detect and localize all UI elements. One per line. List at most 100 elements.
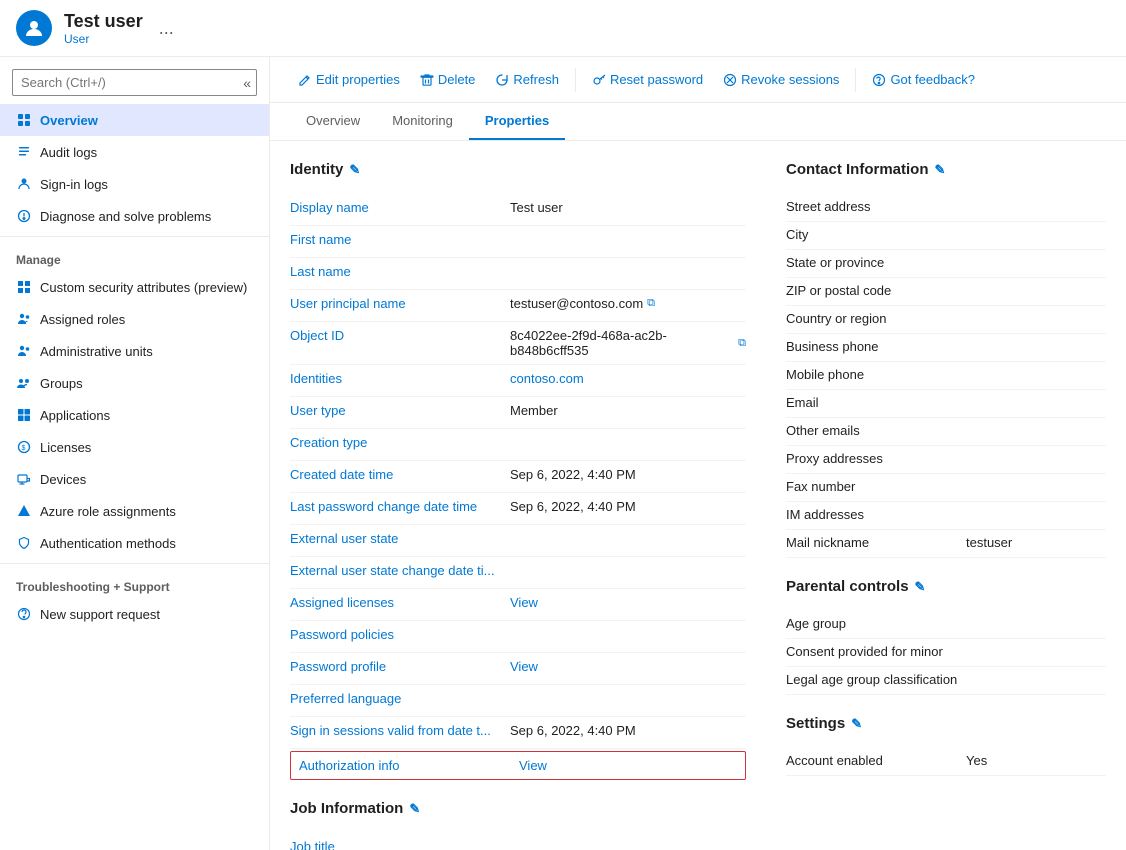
properties-content: Identity ✎ Display name Test user First … [270, 141, 1126, 850]
identity-title-text: Identity [290, 161, 343, 178]
prop-fax: Fax number [786, 474, 1106, 502]
authorization-info-view-link[interactable]: View [519, 758, 547, 773]
sidebar-label-support: New support request [40, 607, 160, 622]
avatar [16, 10, 52, 46]
prop-created-date: Created date time Sep 6, 2022, 4:40 PM [290, 461, 746, 493]
sidebar-item-groups[interactable]: Groups [0, 367, 269, 399]
sidebar-item-assigned-roles[interactable]: Assigned roles [0, 303, 269, 335]
job-info-edit-icon[interactable]: ✎ [409, 801, 420, 817]
prop-label-external-state-change: External user state change date ti... [290, 563, 510, 578]
sidebar-item-azure-roles[interactable]: Azure role assignments [0, 495, 269, 527]
top-header: Test user User ... [0, 0, 1126, 57]
prop-label-user-type: User type [290, 403, 510, 418]
assigned-licenses-view-link[interactable]: View [510, 595, 538, 610]
copy-object-id-icon[interactable]: ⧉ [738, 337, 746, 350]
sidebar-label-overview: Overview [40, 113, 98, 128]
prop-value-created-date: Sep 6, 2022, 4:40 PM [510, 467, 746, 482]
tabs: Overview Monitoring Properties [270, 103, 1126, 141]
revoke-sessions-button[interactable]: Revoke sessions [715, 67, 847, 92]
prop-label-object-id: Object ID [290, 328, 510, 343]
prop-value-identities: contoso.com [510, 371, 746, 386]
user-name: Test user [64, 11, 143, 32]
settings-section: Settings ✎ Account enabled Yes [786, 715, 1106, 776]
sidebar-item-overview[interactable]: Overview [0, 104, 269, 136]
sidebar-item-auth-methods[interactable]: Authentication methods [0, 527, 269, 559]
label-other-emails: Other emails [786, 423, 966, 438]
support-icon [16, 606, 32, 622]
prop-label-creation-type: Creation type [290, 435, 510, 450]
sidebar-item-applications[interactable]: Applications [0, 399, 269, 431]
tab-overview[interactable]: Overview [290, 103, 376, 140]
sidebar-item-admin-units[interactable]: Administrative units [0, 335, 269, 367]
prop-street-address: Street address [786, 194, 1106, 222]
right-panel: Contact Information ✎ Street address Cit… [786, 161, 1106, 850]
edit-properties-button[interactable]: Edit properties [290, 67, 408, 92]
admin-icon [16, 343, 32, 359]
identities-link[interactable]: contoso.com [510, 371, 584, 386]
devices-icon [16, 471, 32, 487]
prop-value-password-profile: View [510, 659, 746, 674]
label-street-address: Street address [786, 199, 966, 214]
troubleshoot-section-label: Troubleshooting + Support [0, 568, 269, 598]
tab-monitoring[interactable]: Monitoring [376, 103, 469, 140]
label-zip: ZIP or postal code [786, 283, 966, 298]
search-input[interactable] [12, 69, 257, 96]
delete-button[interactable]: Delete [412, 67, 484, 92]
label-mobile-phone: Mobile phone [786, 367, 966, 382]
diagnose-icon [16, 208, 32, 224]
prop-authorization-info: Authorization info View [290, 751, 746, 780]
ellipsis-button[interactable]: ... [159, 18, 174, 39]
job-info-section-title: Job Information ✎ [290, 800, 746, 817]
sidebar-label-signin: Sign-in logs [40, 177, 108, 192]
prop-first-name: First name [290, 226, 746, 258]
sidebar-item-licenses[interactable]: $ Licenses [0, 431, 269, 463]
prop-password-policies: Password policies [290, 621, 746, 653]
label-state: State or province [786, 255, 966, 270]
feedback-button[interactable]: Got feedback? [864, 67, 983, 92]
prop-last-name: Last name [290, 258, 746, 290]
prop-label-signin-sessions: Sign in sessions valid from date t... [290, 723, 510, 738]
prop-external-state: External user state [290, 525, 746, 557]
prop-display-name: Display name Test user [290, 194, 746, 226]
password-profile-view-link[interactable]: View [510, 659, 538, 674]
groups-icon [16, 375, 32, 391]
tab-properties[interactable]: Properties [469, 103, 565, 140]
prop-mail-nickname: Mail nickname testuser [786, 530, 1106, 558]
sidebar-item-audit-logs[interactable]: Audit logs [0, 136, 269, 168]
label-city: City [786, 227, 966, 242]
sidebar-label-devices: Devices [40, 472, 86, 487]
parental-controls-title: Parental controls ✎ [786, 578, 1106, 595]
divider-manage [0, 236, 269, 237]
value-mail-nickname: testuser [966, 535, 1106, 550]
prop-password-profile: Password profile View [290, 653, 746, 685]
security-icon [16, 279, 32, 295]
prop-city: City [786, 222, 1106, 250]
sidebar-item-devices[interactable]: Devices [0, 463, 269, 495]
prop-label-password-profile: Password profile [290, 659, 510, 674]
contact-info-edit-icon[interactable]: ✎ [935, 162, 946, 178]
sidebar-label-assigned-roles: Assigned roles [40, 312, 125, 327]
sidebar-item-signin-logs[interactable]: Sign-in logs [0, 168, 269, 200]
prop-identities: Identities contoso.com [290, 365, 746, 397]
parental-controls-edit-icon[interactable]: ✎ [915, 579, 926, 595]
sidebar-item-support[interactable]: New support request [0, 598, 269, 630]
prop-preferred-language: Preferred language [290, 685, 746, 717]
prop-account-enabled: Account enabled Yes [786, 748, 1106, 776]
reset-password-button[interactable]: Reset password [584, 67, 711, 92]
prop-label-identities: Identities [290, 371, 510, 386]
settings-edit-icon[interactable]: ✎ [851, 716, 862, 732]
job-info-section: Job Information ✎ Job title [290, 800, 746, 850]
collapse-icon[interactable]: « [243, 75, 251, 91]
sidebar-label-applications: Applications [40, 408, 110, 423]
edit-icon [298, 73, 312, 87]
refresh-label: Refresh [513, 72, 559, 87]
refresh-button[interactable]: Refresh [487, 67, 567, 92]
toolbar-divider-1 [575, 68, 576, 92]
contact-info-title-text: Contact Information [786, 161, 929, 178]
copy-upn-icon[interactable]: ⧉ [647, 297, 655, 310]
label-account-enabled: Account enabled [786, 753, 966, 768]
sidebar-item-custom-security[interactable]: Custom security attributes (preview) [0, 271, 269, 303]
prop-mobile-phone: Mobile phone [786, 362, 1106, 390]
sidebar-item-diagnose[interactable]: Diagnose and solve problems [0, 200, 269, 232]
identity-edit-icon[interactable]: ✎ [349, 162, 360, 178]
